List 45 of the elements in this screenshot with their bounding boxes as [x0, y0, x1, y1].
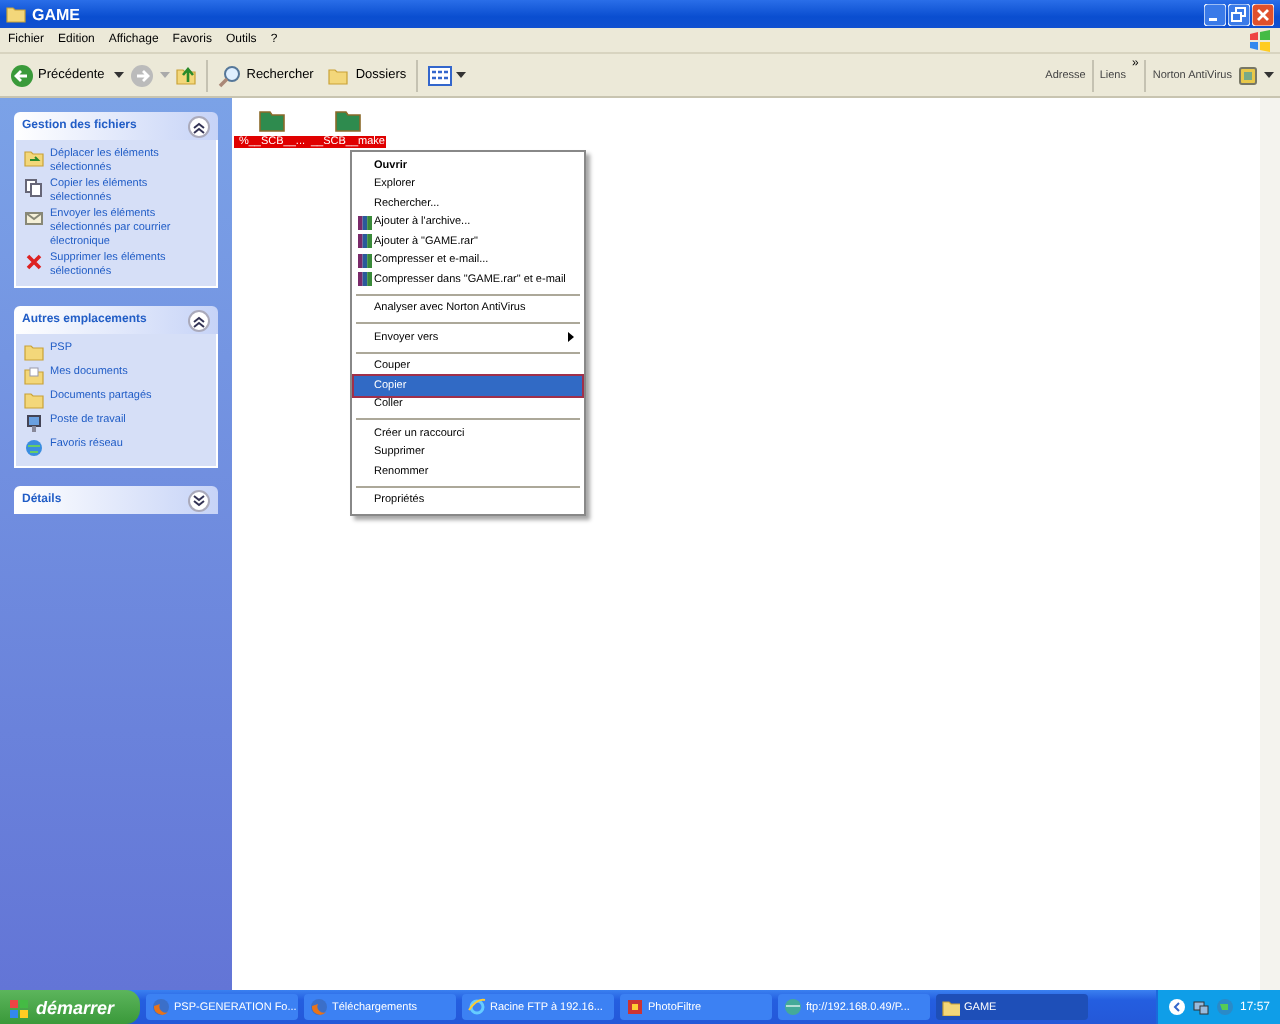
tray-chevron-icon	[1167, 998, 1186, 1016]
magnifier-icon	[218, 63, 243, 87]
folder-icon	[942, 998, 960, 1016]
minimize-button[interactable]	[1204, 3, 1226, 25]
documents-folder-icon	[24, 366, 44, 387]
forward-arrow-icon	[130, 63, 155, 87]
globe-icon	[1215, 998, 1234, 1016]
window-title: GAME	[32, 5, 80, 23]
dropdown-caret-icon	[456, 72, 467, 78]
windows-flag-icon	[10, 997, 30, 1017]
close-button[interactable]	[1252, 3, 1274, 25]
dropdown-caret-icon	[1264, 72, 1274, 78]
folder-icon	[24, 390, 44, 411]
grid-view-icon	[428, 65, 453, 85]
submenu-arrow-icon	[568, 332, 574, 343]
folder-icon	[327, 63, 352, 87]
restore-button[interactable]	[1228, 3, 1250, 25]
network-icon	[1191, 998, 1210, 1016]
shield-icon	[1238, 65, 1258, 85]
film-strip-icon	[626, 998, 644, 1016]
globe-icon	[784, 998, 802, 1016]
globe-fox-icon	[152, 998, 170, 1016]
envelope-icon	[24, 208, 44, 229]
back-arrow-icon	[10, 63, 34, 87]
letter-e-icon	[468, 998, 486, 1016]
scrollbar[interactable]	[1260, 98, 1280, 990]
dropdown-caret-icon	[114, 72, 125, 78]
views-button[interactable]	[424, 63, 471, 87]
delete-icon	[24, 252, 44, 273]
books-icon	[357, 253, 371, 268]
globe-fox-icon	[310, 998, 328, 1016]
books-icon	[357, 272, 371, 287]
books-icon	[357, 234, 371, 249]
windows-flag-icon	[1248, 29, 1272, 51]
dropdown-caret-icon	[160, 72, 171, 78]
folder-arrow-icon	[24, 148, 44, 168]
computer-icon	[24, 414, 44, 435]
folder-icon	[334, 108, 362, 132]
folder-icon	[6, 4, 26, 24]
folder-icon	[24, 342, 44, 363]
globe-network-icon	[24, 438, 44, 459]
folder-icon	[258, 108, 286, 132]
books-icon	[357, 215, 371, 230]
pages-icon	[24, 178, 44, 199]
folder-up-icon	[176, 63, 201, 87]
